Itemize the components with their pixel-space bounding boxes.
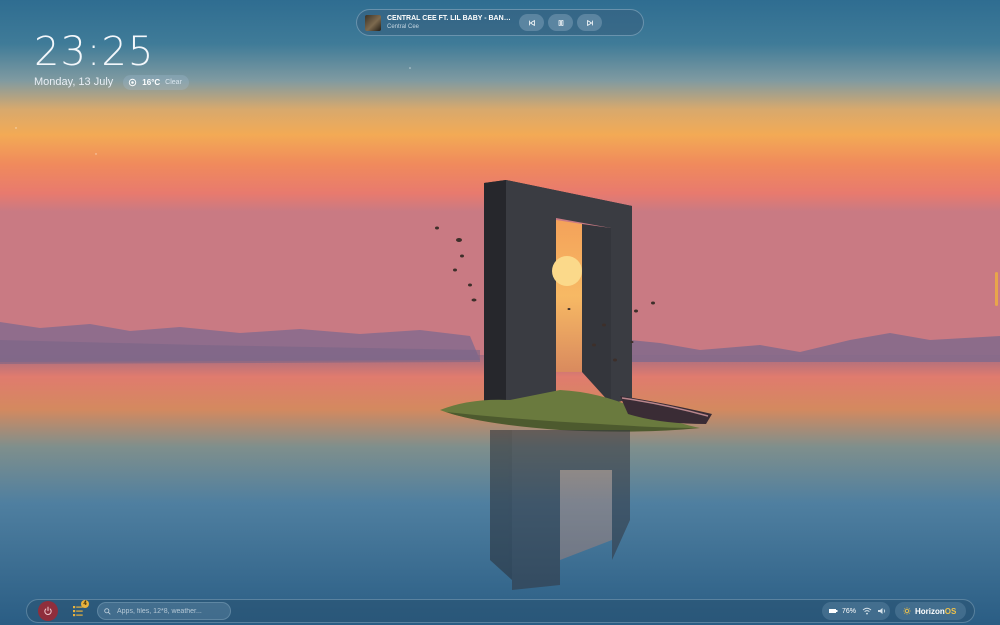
taskbar: 4 76% <box>26 599 975 623</box>
album-art[interactable] <box>365 14 381 31</box>
wifi-icon <box>862 607 872 615</box>
date-weather-row: Monday, 13 July 16°C Clear <box>34 74 189 90</box>
search-icon <box>104 607 111 615</box>
brand-suffix: OS <box>944 606 957 616</box>
power-icon <box>44 606 52 615</box>
weather-temperature: 16°C <box>142 77 161 87</box>
previous-button[interactable] <box>519 14 544 31</box>
pause-button[interactable] <box>548 14 573 31</box>
media-player: CENTRAL CEE FT. LIL BABY - BAND4BAND Cen… <box>356 9 644 36</box>
edge-panel-handle[interactable] <box>995 272 998 306</box>
next-button[interactable] <box>577 14 602 31</box>
os-brand-button[interactable]: Horizon OS <box>895 602 966 620</box>
battery-icon <box>829 609 838 613</box>
desktop: 23:25 Monday, 13 July 16°C Clear CENTRAL… <box>0 0 1000 625</box>
wallpaper <box>0 0 1000 625</box>
system-tray[interactable]: 76% <box>822 602 890 620</box>
brand-name: Horizon <box>915 606 945 616</box>
previous-icon <box>528 19 535 26</box>
clear-night-icon <box>129 78 137 86</box>
clock-time: 23:25 <box>34 29 155 75</box>
search-input[interactable] <box>117 604 225 618</box>
weather-condition: Clear <box>165 78 182 86</box>
search-box[interactable] <box>97 602 231 620</box>
pause-icon <box>558 19 563 26</box>
volume-icon <box>878 608 886 614</box>
next-icon <box>586 19 593 26</box>
sun-icon <box>903 607 911 615</box>
battery-level: 76% <box>842 607 857 615</box>
track-title: CENTRAL CEE FT. LIL BABY - BAND4BAND <box>387 15 513 22</box>
clock-date: Monday, 13 July <box>34 76 114 88</box>
tasks-button[interactable]: 4 <box>67 600 89 620</box>
weather-widget[interactable]: 16°C Clear <box>123 74 189 90</box>
track-info: CENTRAL CEE FT. LIL BABY - BAND4BAND Cen… <box>387 14 513 31</box>
tasks-badge: 4 <box>81 600 89 608</box>
power-button[interactable] <box>38 601 58 621</box>
track-artist: Central Cee <box>387 24 420 30</box>
